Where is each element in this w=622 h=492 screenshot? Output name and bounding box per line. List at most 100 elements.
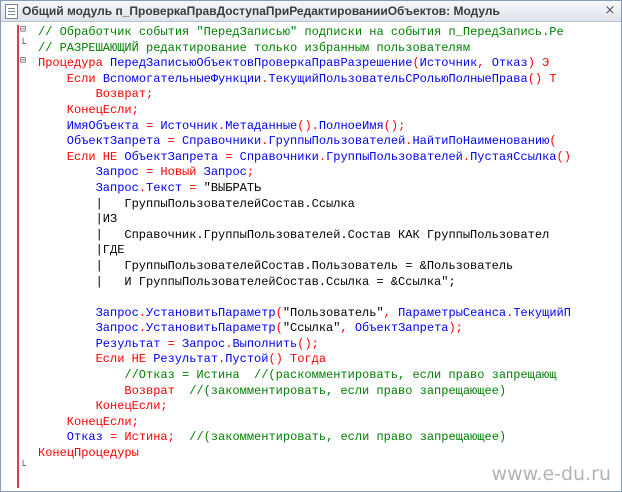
window-title: Общий модуль п_ПроверкаПравДоступаПриРед… [22,4,500,18]
code-editor[interactable]: ⊟ └ ⊟ └ // Обработчик события "ПередЗапи… [1,22,621,491]
code-token: Отказ [66,430,111,445]
code-token: ГруппыПользователей [326,149,463,164]
code-token: ; [131,102,139,117]
code-token: ТекущийП [513,305,571,320]
code-line[interactable]: Запрос.Текст = "ВЫБРАТЬ [1,181,621,197]
code-token: //(закомментировать, если право запрещаю… [189,430,507,445]
code-line[interactable]: // РАЗРЕШАЮЩИЙ редактирование только изб… [1,41,621,57]
code-token: КонецЕсли [66,102,132,117]
code-line[interactable]: Возврат //(закомментировать, если право … [1,384,621,400]
close-button[interactable]: × [602,3,618,18]
code-line[interactable]: | Справочник.ГруппыПользователей.Состав … [1,228,621,244]
code-token: , [477,56,492,71]
code-line[interactable]: КонецПроцедуры [1,446,621,462]
code-token: ВспомогательныеФункции [102,71,262,86]
code-line[interactable]: Запрос.УстановитьПараметр("Пользователь"… [1,306,621,322]
code-token: УстановитьПараметр [146,321,276,336]
code-line[interactable]: Если НЕ Результат.Пустой() Тогда [1,352,621,368]
code-token: ( [549,134,557,149]
code-token: (). [297,118,319,133]
code-token: //Отказ = Истина //(раскомментировать, е… [124,368,557,383]
title-bar[interactable]: Общий модуль п_ПроверкаПравДоступаПриРед… [1,1,621,22]
code-token: //(закомментировать, если право запрещаю… [189,383,507,398]
code-line[interactable]: Возврат; [1,87,621,103]
code-line[interactable] [1,290,621,306]
code-line[interactable]: | ГруппыПользователейСостав.Пользователь… [1,259,621,275]
code-token: () [527,71,550,86]
module-icon [5,4,18,19]
code-line[interactable]: ИмяОбъекта = Источник.Метаданные().Полно… [1,119,621,135]
code-line[interactable]: //Отказ = Истина //(раскомментировать, е… [1,368,621,384]
code-line[interactable]: КонецЕсли; [1,103,621,119]
code-token: Если НЕ [95,352,154,367]
code-line[interactable]: |ГДЕ [1,243,621,259]
code-token: Если [66,71,103,86]
code-token: "Ссылка" [282,321,341,336]
code-token: Справочники [239,149,319,164]
code-token: () [556,149,571,164]
code-token: | ГруппыПользователейСостав.Ссылка [95,196,355,211]
code-token: () [268,352,291,367]
code-token: ( [275,305,283,320]
code-token: ) [527,56,543,71]
code-token: ( [412,56,420,71]
code-token: | И ГруппыПользователейСостав.Ссылка = &… [95,274,456,289]
code-token: Текст [146,180,190,195]
code-token: ПустаяСсылка [470,149,557,164]
code-line[interactable]: | ГруппыПользователейСостав.Ссылка [1,197,621,213]
code-token: Запрос [95,165,147,180]
code-token: Запрос [203,165,247,180]
code-token: "ВЫБРАТЬ [203,180,262,195]
code-token: = [146,118,161,133]
code-token: Метаданные [225,118,298,133]
code-token: ; [131,414,139,429]
watermark: www.e-du.ru [491,463,611,485]
code-token: УстановитьПараметр [146,305,276,320]
code-line[interactable]: | И ГруппыПользователейСостав.Ссылка = &… [1,275,621,291]
code-token: ПередЗаписьюОбъектовПроверкаПравРазрешен… [110,56,413,71]
code-token: ГруппыПользователей [268,134,406,149]
code-token: Если НЕ [66,149,125,164]
code-token: . [318,149,327,164]
code-token: ОбъектЗапрета [354,321,449,336]
code-token: ТекущийПользовательСРольюПолныеПрава [268,71,528,86]
code-line[interactable]: ОбъектЗапрета = Справочники.ГруппыПользо… [1,134,621,150]
code-line[interactable]: Если НЕ ОбъектЗапрета = Справочники.Груп… [1,150,621,166]
code-token: ; [146,87,154,102]
code-token: "Пользователь" [282,305,384,320]
code-token: . [138,305,147,320]
code-line[interactable]: КонецЕсли; [1,415,621,431]
code-line[interactable]: Запрос.УстановитьПараметр("Ссылка", Объе… [1,321,621,337]
code-token: Возврат [124,383,190,398]
code-token: Тогда [290,352,327,367]
code-line[interactable]: КонецЕсли; [1,399,621,415]
code-line[interactable]: // Обработчик события "ПередЗаписью" под… [1,25,621,41]
code-token: Выполнить [232,336,298,351]
code-token: = [110,430,125,445]
code-token: Запрос [182,336,226,351]
code-token: = [167,336,183,351]
code-token: |ИЗ [95,212,118,227]
code-token: Т [549,71,557,86]
code-token: . [138,321,147,336]
code-line[interactable]: Запрос = Новый Запрос; [1,165,621,181]
code-token: Новый [160,165,204,180]
code-token: , [383,305,399,320]
code-token: Возврат [95,87,147,102]
code-line[interactable]: Если ВспомогательныеФункции.ТекущийПольз… [1,72,621,88]
code-token: // РАЗРЕШАЮЩИЙ редактирование только изб… [38,40,471,55]
code-token: ОбъектЗапрета [124,149,226,164]
code-token: |ГДЕ [95,243,125,258]
code-token: Истина [124,430,168,445]
code-token: ПолноеИмя [318,118,384,133]
code-token: Пустой [225,352,269,367]
code-token: ПараметрыСеанса [398,305,507,320]
code-line[interactable]: |ИЗ [1,212,621,228]
code-token: ( [275,321,283,336]
code-token: Запрос [95,305,139,320]
code-line[interactable]: Отказ = Истина; //(закомментировать, есл… [1,430,621,446]
code-line[interactable]: Результат = Запрос.Выполнить(); [1,337,621,353]
code-token: Результат [95,336,168,351]
code-line[interactable]: Процедура ПередЗаписьюОбъектовПроверкаПр… [1,56,621,72]
code-token: Процедура [38,56,111,71]
